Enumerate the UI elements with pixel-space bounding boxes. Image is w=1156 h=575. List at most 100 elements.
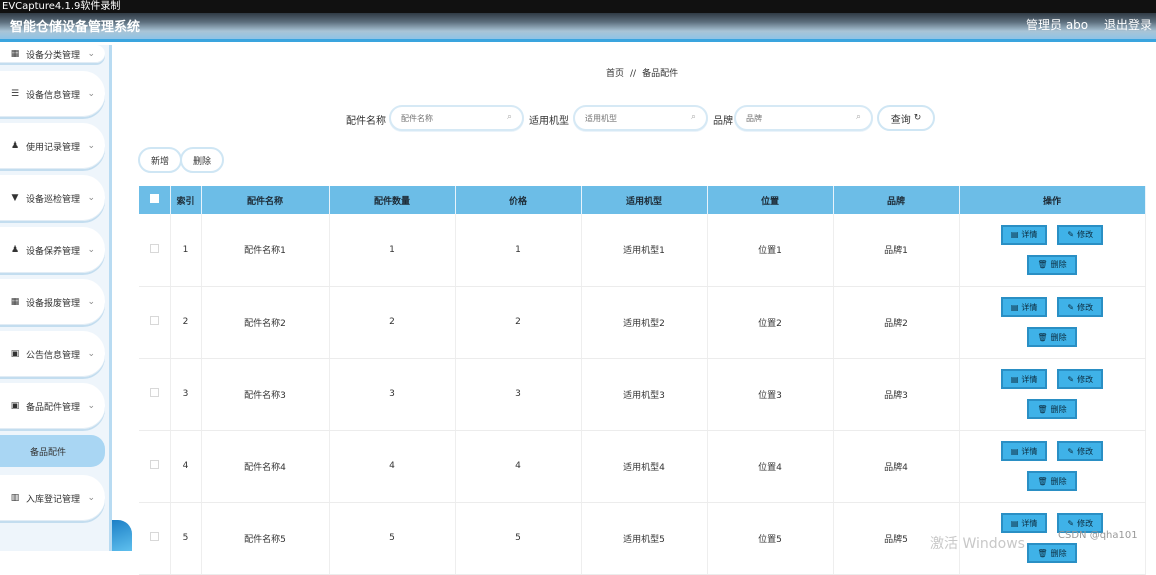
col-header-name[interactable]: 配件名称	[201, 186, 330, 214]
detail-button[interactable]: ▤ 详情	[1000, 513, 1048, 533]
part-name-input[interactable]	[389, 105, 524, 131]
cell-brand: 品牌1	[833, 214, 960, 287]
detail-button[interactable]: ▤ 详情	[1000, 297, 1048, 317]
batch-delete-button-label: 删除	[192, 156, 211, 167]
detail-button[interactable]: ▤ 详情	[1000, 224, 1048, 245]
sidebar-item-maintenance[interactable]: ♟ 设备保养管理 ⌄	[0, 227, 105, 273]
row-select-cell[interactable]	[139, 430, 171, 503]
sidebar-item-label: 设备信息管理	[26, 90, 81, 101]
row-delete-button[interactable]: 🗑 删除	[1027, 399, 1077, 419]
row-checkbox[interactable]	[149, 532, 159, 541]
detail-button[interactable]: ▤ 详情	[1000, 441, 1048, 461]
model-label: 适用机型	[529, 116, 569, 127]
breadcrumb-current: 备品配件	[642, 69, 679, 79]
user-icon: ♟	[10, 141, 20, 151]
row-actions: ▤ 详情 ✎ 修改 🗑 删除	[960, 297, 1145, 347]
part-name-label: 配件名称	[346, 116, 386, 127]
cell-location: 位置2	[707, 286, 834, 359]
main-content: 首页 // 备品配件 配件名称 ⌕ 适用机型 ⌕ 品牌 ⌕ 查询 ↻ 新增 删除 索…	[116, 45, 1156, 575]
row-delete-button-label: 删除	[1050, 332, 1067, 342]
edit-button[interactable]: ✎ 修改	[1057, 224, 1104, 245]
sidebar-item-inspection[interactable]: ▼ 设备巡检管理 ⌄	[0, 175, 105, 221]
cell-qty: 5	[329, 502, 456, 575]
sidebar-item-inbound[interactable]: ▥ 入库登记管理 ⌄	[0, 475, 105, 521]
cell-qty: 2	[329, 286, 456, 359]
edit-button-label: 修改	[1077, 446, 1094, 456]
trash-icon: 🗑	[1037, 476, 1048, 486]
edit-icon: ✎	[1067, 374, 1075, 384]
sidebar-item-category[interactable]: ▦ 设备分类管理 ⌄	[0, 45, 105, 63]
sidebar-item-usage-records[interactable]: ♟ 使用记录管理 ⌄	[0, 123, 105, 169]
chevron-down-icon: ⌄	[87, 245, 95, 255]
batch-delete-button[interactable]: 删除	[180, 147, 224, 173]
sidebar-item-label: 备品配件管理	[26, 402, 81, 413]
cell-location: 位置1	[707, 214, 834, 287]
row-checkbox[interactable]	[149, 460, 159, 469]
sidebar-item-label: 设备报废管理	[26, 298, 81, 309]
trash-icon: 🗑	[1037, 332, 1048, 342]
sidebar-item-announcements[interactable]: ▣ 公告信息管理 ⌄	[0, 331, 105, 377]
sidebar-item-scrap[interactable]: ▦ 设备报废管理 ⌄	[0, 279, 105, 325]
current-user[interactable]: 管理员 abo	[1026, 18, 1088, 32]
logout-link[interactable]: 退出登录	[1104, 18, 1152, 32]
row-delete-button[interactable]: 🗑 删除	[1027, 543, 1077, 563]
detail-icon: ▤	[1010, 446, 1019, 456]
sidebar-item-spare-parts[interactable]: ▣ 备品配件管理 ⌄	[0, 383, 105, 429]
col-header-qty[interactable]: 配件数量	[329, 186, 456, 214]
edit-button[interactable]: ✎ 修改	[1057, 369, 1104, 389]
row-delete-button[interactable]: 🗑 删除	[1027, 471, 1077, 491]
cell-model: 适用机型1	[581, 214, 708, 287]
edit-button[interactable]: ✎ 修改	[1057, 441, 1104, 461]
row-checkbox[interactable]	[149, 316, 159, 325]
query-button[interactable]: 查询 ↻	[877, 105, 935, 131]
row-select-cell[interactable]	[139, 502, 171, 575]
sidebar-subitem-spare-parts[interactable]: 备品配件	[0, 435, 105, 467]
edit-button-label: 修改	[1077, 374, 1094, 384]
row-delete-button[interactable]: 🗑 删除	[1027, 254, 1077, 275]
cell-qty: 1	[329, 214, 456, 287]
row-checkbox[interactable]	[149, 388, 159, 397]
edit-button-label: 修改	[1077, 230, 1094, 240]
cell-brand: 品牌2	[833, 286, 960, 359]
detail-button-label: 详情	[1021, 374, 1038, 384]
add-button-label: 新增	[150, 156, 169, 167]
row-select-cell[interactable]	[139, 214, 171, 287]
chevron-down-icon: ⌄	[87, 89, 95, 99]
row-actions: ▤ 详情 ✎ 修改 🗑 删除	[960, 369, 1145, 419]
edit-button[interactable]: ✎ 修改	[1057, 297, 1104, 317]
row-delete-button[interactable]: 🗑 删除	[1027, 327, 1077, 347]
comment-icon: ▼	[11, 193, 19, 203]
detail-button-label: 详情	[1021, 446, 1038, 456]
search-icon: ⌕	[691, 112, 697, 122]
user-icon: ♟	[10, 245, 20, 255]
breadcrumb-home[interactable]: 首页	[606, 69, 624, 79]
brand-input[interactable]	[734, 105, 873, 131]
detail-icon: ▤	[1010, 374, 1019, 384]
select-all-checkbox[interactable]	[139, 186, 171, 214]
cell-name: 配件名称5	[201, 502, 330, 575]
cell-ops: ▤ 详情 ✎ 修改 🗑 删除	[959, 358, 1146, 431]
sidebar-item-label: 设备保养管理	[26, 246, 81, 257]
col-header-brand[interactable]: 品牌	[833, 186, 960, 214]
sidebar-item-device-info[interactable]: ☰ 设备信息管理 ⌄	[0, 71, 105, 117]
add-button[interactable]: 新增	[138, 147, 182, 173]
cell-price: 1	[455, 214, 582, 287]
detail-button[interactable]: ▤ 详情	[1000, 369, 1048, 389]
trash-icon: 🗑	[1037, 260, 1048, 270]
row-checkbox[interactable]	[149, 243, 159, 253]
table-row: 4 配件名称4 4 4 适用机型4 位置4 品牌4 ▤ 详情 ✎ 修改 🗑 删除	[139, 430, 1146, 503]
app-header: 智能仓储设备管理系统 管理员 abo 退出登录	[0, 13, 1156, 42]
search-bar: 配件名称 ⌕ 适用机型 ⌕ 品牌 ⌕ 查询 ↻	[116, 105, 1156, 131]
row-select-cell[interactable]	[139, 286, 171, 359]
col-header-location[interactable]: 位置	[707, 186, 834, 214]
col-header-price[interactable]: 价格	[455, 186, 582, 214]
col-header-model[interactable]: 适用机型	[581, 186, 708, 214]
cell-price: 4	[455, 430, 582, 503]
cell-price: 2	[455, 286, 582, 359]
model-input[interactable]	[573, 105, 708, 131]
cell-model: 适用机型3	[581, 358, 708, 431]
cell-qty: 3	[329, 358, 456, 431]
cell-index: 1	[170, 214, 202, 287]
row-select-cell[interactable]	[139, 358, 171, 431]
cell-location: 位置4	[707, 430, 834, 503]
